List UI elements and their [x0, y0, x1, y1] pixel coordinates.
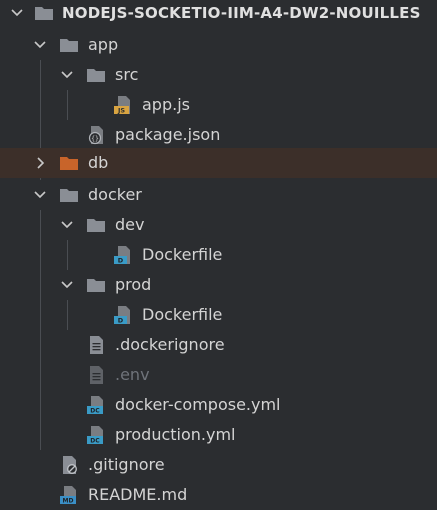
- tree-item-label: Dockerfile: [142, 305, 223, 324]
- tree-item-app[interactable]: app: [0, 30, 437, 60]
- tree-root-label: NODEJS-SOCKETIO-IIM-A4-DW2-NOUILLES: [62, 4, 421, 22]
- tree-item-label: db: [88, 153, 109, 172]
- tree-item-label: app: [88, 35, 119, 54]
- markdown-icon: MD: [60, 486, 76, 505]
- tree-item-label: README.md: [88, 485, 188, 504]
- tree-item-label: .dockerignore: [115, 335, 225, 354]
- tree-item-src[interactable]: src: [0, 60, 437, 90]
- tree-item-docker[interactable]: docker: [0, 180, 437, 210]
- tree-item-label: app.js: [142, 95, 190, 114]
- json-file-icon: {}: [88, 126, 103, 145]
- tree-item-label: docker: [88, 185, 142, 204]
- tree-item-gitignore[interactable]: .gitignore: [0, 450, 437, 480]
- tree-item-app-js[interactable]: JS app.js: [0, 90, 437, 120]
- tree-item-db[interactable]: db: [0, 148, 437, 178]
- tree-item-dockerfile[interactable]: D Dockerfile: [0, 300, 437, 330]
- tree-item-dockerignore[interactable]: .dockerignore: [0, 330, 437, 360]
- tree-item-production-yml[interactable]: DC production.yml: [0, 420, 437, 450]
- tree-item-label: src: [115, 65, 139, 84]
- folder-icon: [35, 7, 53, 20]
- chevron-down-icon[interactable]: [60, 278, 74, 292]
- svg-text:DC: DC: [90, 438, 100, 445]
- svg-text:JS: JS: [117, 107, 125, 115]
- tree-item-label: .env: [115, 365, 150, 384]
- folder-icon: [60, 39, 78, 52]
- tree-root-row[interactable]: NODEJS-SOCKETIO-IIM-A4-DW2-NOUILLES: [0, 0, 437, 26]
- chevron-down-icon[interactable]: [60, 218, 74, 232]
- tree-item-package-json[interactable]: {} package.json: [0, 120, 437, 150]
- svg-text:MD: MD: [63, 498, 74, 505]
- chevron-down-icon[interactable]: [10, 6, 24, 20]
- tree-item-label: docker-compose.yml: [115, 395, 281, 414]
- folder-icon: [60, 189, 78, 202]
- folder-icon: [87, 69, 105, 82]
- folder-icon: [87, 219, 105, 232]
- svg-text:D: D: [118, 317, 124, 325]
- tree-item-prod[interactable]: prod: [0, 270, 437, 300]
- svg-text:DC: DC: [90, 408, 100, 415]
- dockerfile-icon: D: [114, 306, 130, 325]
- chevron-down-icon[interactable]: [33, 188, 47, 202]
- tree-item-label: Dockerfile: [142, 245, 223, 264]
- dockerfile-icon: D: [114, 246, 130, 265]
- chevron-right-icon[interactable]: [33, 156, 47, 170]
- gitignore-icon: [63, 456, 77, 474]
- tree-item-readme[interactable]: MD README.md: [0, 480, 437, 510]
- text-file-icon: [90, 336, 103, 354]
- tree-item-docker-compose[interactable]: DC docker-compose.yml: [0, 390, 437, 420]
- svg-text:{}: {}: [91, 135, 99, 143]
- chevron-down-icon[interactable]: [33, 38, 47, 52]
- tree-item-dev[interactable]: dev: [0, 210, 437, 240]
- tree-item-label: dev: [115, 215, 145, 234]
- text-file-icon: [90, 366, 103, 384]
- tree-item-label: production.yml: [115, 425, 236, 444]
- docker-compose-icon: DC: [87, 396, 103, 415]
- tree-item-label: .gitignore: [88, 455, 165, 474]
- tree-item-label: package.json: [115, 125, 221, 144]
- js-file-icon: JS: [114, 96, 130, 115]
- tree-item-dockerfile[interactable]: D Dockerfile: [0, 240, 437, 270]
- tree-item-env[interactable]: .env: [0, 360, 437, 390]
- tree-item-label: prod: [115, 275, 152, 294]
- svg-text:D: D: [118, 257, 124, 265]
- folder-icon: [87, 279, 105, 292]
- folder-icon: [60, 157, 78, 170]
- docker-compose-icon: DC: [87, 426, 103, 445]
- project-file-tree: NODEJS-SOCKETIO-IIM-A4-DW2-NOUILLES app …: [0, 0, 437, 510]
- chevron-down-icon[interactable]: [60, 68, 74, 82]
